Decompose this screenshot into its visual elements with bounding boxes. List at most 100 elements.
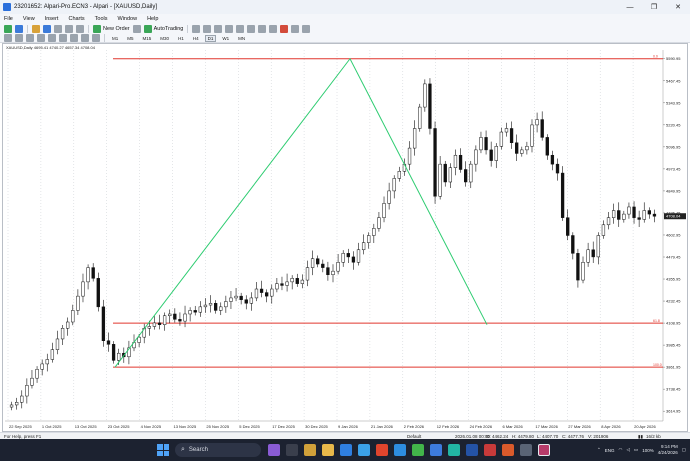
- price-chart[interactable]: 22 Sep 2025 1 Oct 2025 13 Oct 2025 23 Oct 2…: [3, 44, 687, 431]
- timeframe-m15[interactable]: M15: [140, 35, 155, 42]
- maximize-button[interactable]: ❐: [642, 0, 666, 14]
- candle-body: [259, 288, 264, 293]
- wifi-icon[interactable]: ◠: [619, 447, 623, 453]
- chart-window[interactable]: 22 Sep 2025 1 Oct 2025 13 Oct 2025 23 Oct 2…: [2, 43, 688, 432]
- taskbar-search[interactable]: ⌕ Search: [175, 443, 261, 457]
- tile-windows-icon[interactable]: [247, 24, 256, 33]
- menu-view[interactable]: View: [18, 16, 40, 22]
- timeframe-h1[interactable]: H1: [175, 35, 187, 42]
- autoscroll-icon[interactable]: [258, 24, 267, 33]
- start-button[interactable]: [157, 444, 169, 456]
- metatrader-icon[interactable]: [538, 444, 550, 456]
- menu-window[interactable]: Window: [113, 16, 143, 22]
- timeframe-h4[interactable]: H4: [190, 35, 202, 42]
- new-order-button[interactable]: New Order: [93, 24, 130, 33]
- channel-icon[interactable]: [59, 34, 67, 42]
- vertical-line-icon[interactable]: [26, 34, 34, 42]
- clock[interactable]: 9:14 PM 4/24/2026: [658, 444, 678, 456]
- tray-chevron-icon[interactable]: ⌃: [597, 447, 601, 453]
- date-tick-label: 6 Mar 2026: [503, 424, 524, 429]
- fibonacci-icon[interactable]: [70, 34, 78, 42]
- widgets-icon[interactable]: [304, 444, 316, 456]
- autotrading-button[interactable]: AutoTrading: [143, 24, 183, 33]
- candlestick-icon[interactable]: [203, 24, 212, 33]
- word-icon[interactable]: [466, 444, 478, 456]
- label-icon[interactable]: [92, 34, 100, 42]
- candle-body: [213, 303, 218, 311]
- candle-body: [387, 190, 391, 204]
- zoom-out-icon[interactable]: [236, 24, 245, 33]
- store-icon[interactable]: [358, 444, 370, 456]
- candle-body: [453, 154, 458, 168]
- candle-body: [178, 319, 182, 322]
- menu-charts[interactable]: Charts: [63, 16, 89, 22]
- close-button[interactable]: ✕: [666, 0, 690, 14]
- candle-body: [331, 270, 335, 275]
- price-tick-label: 5590.95: [666, 56, 681, 61]
- mail-icon[interactable]: [394, 444, 406, 456]
- teams-icon[interactable]: [448, 444, 460, 456]
- office-icon[interactable]: [376, 444, 388, 456]
- date-tick-label: 24 Feb 2026: [470, 424, 493, 429]
- strategy-tester-icon[interactable]: [76, 24, 84, 33]
- candle-body: [290, 278, 294, 283]
- notifications-icon[interactable]: ▢: [682, 447, 686, 453]
- bar-chart-icon[interactable]: [192, 24, 201, 33]
- acrobat-icon[interactable]: [484, 444, 496, 456]
- task-view-icon[interactable]: [286, 444, 298, 456]
- minimize-button[interactable]: —: [618, 0, 642, 14]
- zoom-in-icon[interactable]: [225, 24, 234, 33]
- new-chart-icon[interactable]: [4, 24, 12, 33]
- navigator-icon[interactable]: [54, 24, 62, 33]
- chrome-icon[interactable]: [430, 444, 442, 456]
- text-icon[interactable]: [81, 34, 89, 42]
- date-tick-label: 25 Nov 2025: [206, 424, 229, 429]
- candle-body: [152, 322, 157, 327]
- app-icon-misc[interactable]: [520, 444, 532, 456]
- indicators-icon[interactable]: [280, 24, 289, 33]
- market-watch-icon[interactable]: [32, 24, 40, 33]
- terminal-icon[interactable]: [65, 24, 73, 33]
- date-tick-label: 2 Feb 2026: [404, 424, 425, 429]
- trendline-icon[interactable]: [48, 34, 56, 42]
- price-tick-label: 5096.95: [666, 144, 681, 149]
- metaeditor-icon[interactable]: [132, 24, 141, 33]
- timeframe-m30[interactable]: M30: [157, 35, 172, 42]
- horizontal-line-icon[interactable]: [37, 34, 45, 42]
- line-chart-icon[interactable]: [214, 24, 223, 33]
- menu-help[interactable]: Help: [142, 16, 163, 22]
- autotrading-icon: [143, 24, 152, 33]
- profiles-icon[interactable]: [15, 24, 23, 33]
- candle-body: [418, 106, 422, 129]
- timeframe-m5[interactable]: M5: [124, 35, 136, 42]
- timeframe-d1[interactable]: D1: [204, 34, 217, 42]
- menu-file[interactable]: File: [0, 16, 18, 22]
- periods-icon[interactable]: [291, 24, 300, 33]
- battery-icon[interactable]: ▭: [634, 447, 638, 453]
- copilot-icon[interactable]: [268, 444, 280, 456]
- timeframe-mn[interactable]: MN: [235, 35, 248, 42]
- data-window-icon[interactable]: [43, 24, 51, 33]
- candle-body: [265, 292, 269, 297]
- language-indicator[interactable]: ENG: [605, 448, 615, 453]
- candle-body: [509, 128, 514, 143]
- excel-icon[interactable]: [412, 444, 424, 456]
- volume-icon[interactable]: ◁: [626, 447, 629, 453]
- chart-shift-icon[interactable]: [269, 24, 278, 33]
- powerpoint-icon[interactable]: [502, 444, 514, 456]
- price-tick-label: 5220.45: [666, 122, 681, 127]
- app-icon: [3, 3, 11, 11]
- menu-insert[interactable]: Insert: [40, 16, 64, 22]
- crosshair-icon[interactable]: [15, 34, 23, 42]
- templates-icon[interactable]: [302, 24, 311, 33]
- timeframe-m1[interactable]: M1: [109, 35, 121, 42]
- candle-body: [652, 213, 657, 217]
- candle-body: [173, 313, 177, 320]
- cursor-icon[interactable]: [4, 34, 12, 42]
- price-tick-label: 4602.95: [666, 232, 681, 237]
- file-explorer-icon[interactable]: [322, 444, 334, 456]
- menu-tools[interactable]: Tools: [90, 16, 113, 22]
- price-tick-label: 3614.95: [666, 409, 681, 414]
- edge-icon[interactable]: [340, 444, 352, 456]
- timeframe-w1[interactable]: W1: [219, 35, 232, 42]
